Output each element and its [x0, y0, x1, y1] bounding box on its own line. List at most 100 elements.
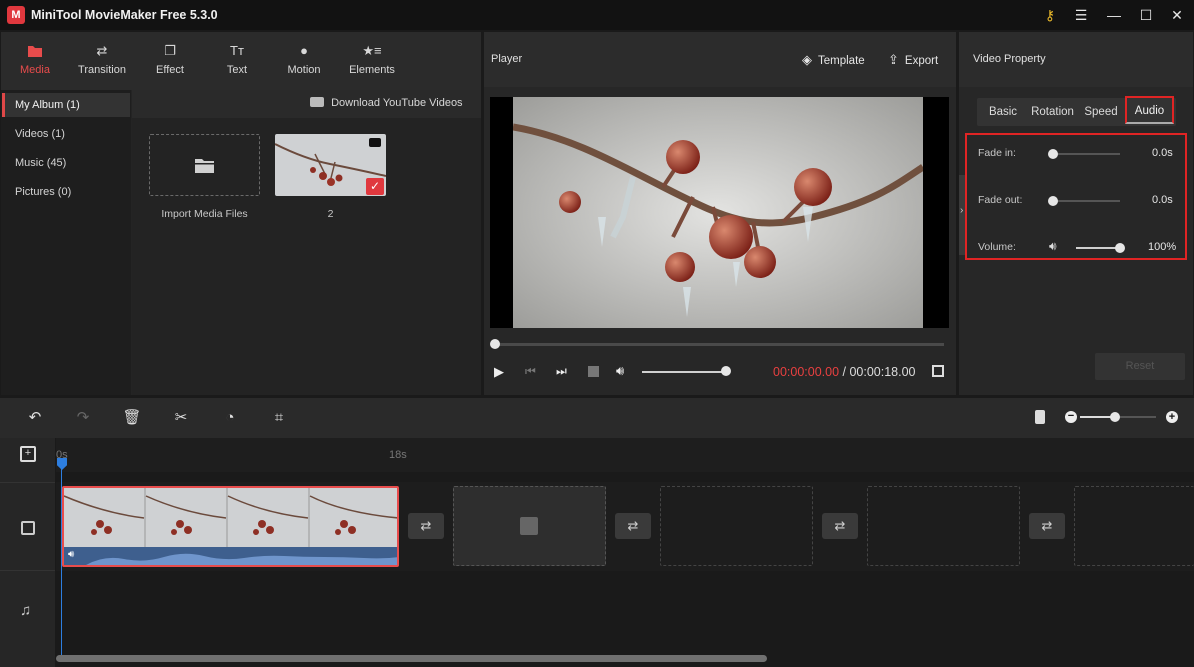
transition-icon: ⇄	[627, 518, 639, 533]
template-label: Template	[818, 55, 865, 67]
clip-frames-image	[64, 488, 397, 547]
transition-icon: ⇄	[1041, 518, 1053, 533]
export-label: Export	[904, 55, 939, 67]
minimize-button[interactable]: —	[1101, 4, 1127, 26]
add-track-icon[interactable]: +	[20, 446, 36, 462]
album-item-music[interactable]: Music (45)	[2, 151, 130, 175]
transition-slot-2[interactable]: ⇄	[615, 513, 651, 539]
zoom-fit-icon[interactable]	[1035, 410, 1045, 424]
split-button[interactable]: ✂	[170, 408, 192, 428]
fade-in-handle[interactable]	[1048, 149, 1058, 159]
zoom-in-icon[interactable]: +	[1166, 411, 1178, 423]
property-title: Video Property	[973, 53, 1046, 65]
crop-button[interactable]: ⌗	[268, 408, 290, 428]
import-media-button[interactable]	[149, 134, 260, 196]
empty-clip-slot-4[interactable]	[1074, 486, 1194, 566]
volume-value: 100%	[1148, 241, 1177, 253]
volume-handle[interactable]	[1115, 243, 1125, 253]
time-separator: /	[839, 365, 850, 379]
scrubber-handle[interactable]	[490, 339, 500, 349]
export-button[interactable]: ⇪ Export	[888, 52, 938, 68]
maximize-button[interactable]: ☐	[1133, 4, 1159, 26]
player-volume-slider[interactable]	[642, 371, 728, 373]
tab-effect[interactable]: ❐ Effect	[140, 42, 200, 82]
volume-button[interactable]: 🔊︎	[616, 363, 624, 379]
folder-icon	[28, 46, 42, 57]
menu-icon[interactable]: ☰	[1068, 4, 1094, 26]
album-item-my-album[interactable]: My Album (1)	[2, 93, 130, 117]
empty-clip-slot-2[interactable]	[660, 486, 813, 566]
next-frame-button[interactable]: ⏭	[556, 364, 567, 379]
app-window: M MiniTool MovieMaker Free 5.3.0 ⚷ ☰ — ☐…	[0, 0, 1194, 667]
download-youtube-label: Download YouTube Videos	[331, 97, 463, 109]
preview-image	[513, 97, 923, 328]
transition-slot-1[interactable]: ⇄	[408, 513, 444, 539]
clip-audio-icon[interactable]: 🔊︎	[68, 549, 74, 560]
tab-rotation[interactable]: Rotation	[1029, 101, 1076, 123]
music-note-icon: ♫	[20, 602, 32, 619]
reset-button[interactable]: Reset	[1095, 353, 1185, 380]
checkmark-icon: ✓	[366, 178, 384, 195]
tab-audio[interactable]: Audio	[1125, 96, 1174, 124]
tab-text[interactable]: Tт Text	[207, 42, 267, 82]
template-button[interactable]: ◈ Template	[802, 52, 865, 68]
album-item-videos[interactable]: Videos (1)	[2, 122, 130, 146]
timeline-scrollbar[interactable]	[56, 655, 767, 662]
player-volume-handle[interactable]	[721, 366, 731, 376]
tab-elements[interactable]: ★≡ Elements	[342, 42, 402, 82]
import-media-label: Import Media Files	[161, 208, 248, 220]
tab-basic[interactable]: Basic	[982, 101, 1024, 123]
scissors-icon: ✂	[174, 409, 188, 426]
crop-icon: ⌗	[274, 409, 284, 426]
play-button[interactable]: ▶	[494, 364, 504, 380]
trash-icon: 🗑︎	[122, 409, 142, 426]
audio-track	[56, 572, 1194, 652]
tab-label: Media	[20, 64, 50, 76]
timeline-video-clip[interactable]: 🔊︎	[62, 486, 399, 567]
skip-back-icon: ⏮	[525, 364, 536, 378]
layers-icon: ◈	[802, 52, 812, 67]
zoom-handle[interactable]	[1110, 412, 1120, 422]
stop-button[interactable]	[588, 366, 599, 377]
delete-button[interactable]: 🗑︎	[121, 408, 143, 428]
time-display: 00:00:00.00 / 00:00:18.00	[773, 365, 916, 379]
film-icon	[21, 521, 35, 535]
current-time: 00:00:00.00	[773, 365, 840, 379]
clip-label: 2	[327, 208, 334, 220]
speaker-icon[interactable]: 🔊︎	[1049, 239, 1057, 254]
download-youtube-button[interactable]: Download YouTube Videos	[310, 97, 463, 109]
fade-in-slider[interactable]	[1053, 153, 1120, 155]
video-track-header	[0, 482, 55, 571]
tab-speed[interactable]: Speed	[1080, 101, 1122, 123]
tab-transition[interactable]: ⇄ Transition	[72, 42, 132, 82]
total-time: 00:00:18.00	[849, 365, 916, 379]
transition-slot-3[interactable]: ⇄	[822, 513, 858, 539]
redo-icon: ↷	[76, 409, 90, 426]
playback-scrubber[interactable]	[496, 343, 944, 346]
transition-slot-4[interactable]: ⇄	[1029, 513, 1065, 539]
music-track-header: ♫	[0, 572, 55, 652]
album-item-pictures[interactable]: Pictures (0)	[2, 180, 130, 204]
fade-out-slider[interactable]	[1053, 200, 1120, 202]
timeline-ruler[interactable]	[56, 438, 1194, 472]
tab-media[interactable]: Media	[5, 42, 65, 82]
empty-clip-slot-1[interactable]	[453, 486, 606, 566]
media-clip-thumbnail[interactable]: ✓	[275, 134, 386, 196]
fullscreen-icon[interactable]	[932, 365, 944, 377]
effect-icon: ❐	[164, 43, 176, 58]
key-icon[interactable]: ⚷	[1037, 4, 1063, 26]
fade-out-label: Fade out:	[978, 194, 1023, 206]
tab-motion[interactable]: ● Motion	[274, 42, 334, 82]
fade-out-handle[interactable]	[1048, 196, 1058, 206]
title-bar: M MiniTool MovieMaker Free 5.3.0 ⚷ ☰ — ☐…	[0, 0, 1194, 30]
speed-button[interactable]: ◔	[219, 408, 241, 428]
zoom-out-icon[interactable]: −	[1065, 411, 1077, 423]
close-button[interactable]: ✕	[1164, 4, 1190, 26]
empty-clip-slot-3[interactable]	[867, 486, 1020, 566]
previous-frame-button[interactable]: ⏮	[525, 364, 536, 379]
app-logo-icon: M	[7, 6, 25, 24]
youtube-icon	[310, 97, 324, 107]
redo-button[interactable]: ↷	[72, 408, 94, 428]
speedometer-icon: ◔	[225, 409, 235, 426]
undo-button[interactable]: ↶	[24, 408, 46, 428]
